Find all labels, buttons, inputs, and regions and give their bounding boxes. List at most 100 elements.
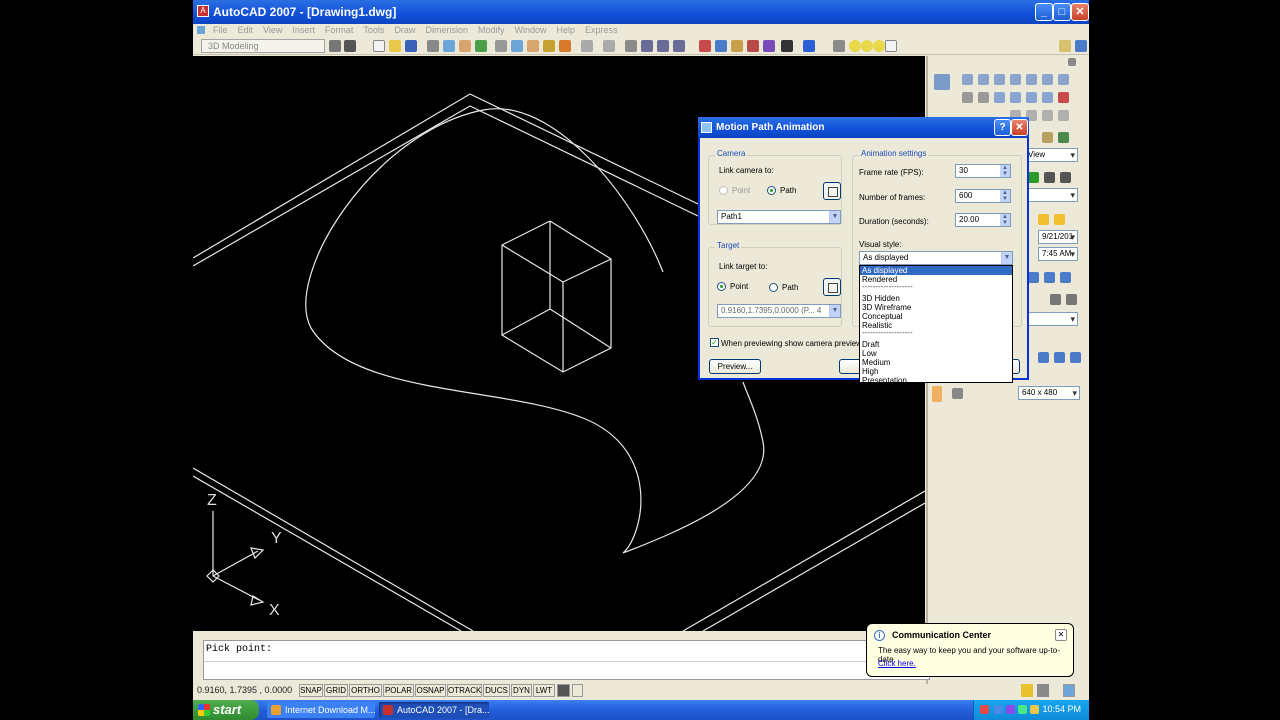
- pyramid-icon[interactable]: [1026, 74, 1037, 85]
- union-icon[interactable]: [1058, 92, 1069, 103]
- box-icon[interactable]: [962, 74, 973, 85]
- option-conceptual[interactable]: Conceptual: [860, 312, 1012, 321]
- layer-previous-icon[interactable]: [1075, 40, 1087, 52]
- option-low[interactable]: Low: [860, 349, 1012, 358]
- option-medium[interactable]: Medium: [860, 358, 1012, 367]
- layer-color-icon[interactable]: [885, 40, 897, 52]
- menu-draw[interactable]: Draw: [389, 24, 420, 37]
- tray-volume-icon[interactable]: [1018, 705, 1027, 714]
- balloon-close-button[interactable]: ✕: [1055, 629, 1067, 641]
- block-editor-icon[interactable]: [559, 40, 571, 52]
- publish-icon[interactable]: [459, 40, 471, 52]
- tray-network-icon[interactable]: [994, 705, 1003, 714]
- start-button[interactable]: start: [193, 700, 259, 720]
- revolve-icon[interactable]: [1010, 92, 1021, 103]
- menu-window[interactable]: Window: [510, 24, 552, 37]
- target-point-select[interactable]: 0.9160,1.7395,0.0000 (P... 4 ▼: [717, 304, 841, 318]
- zoom-window-icon[interactable]: [657, 40, 669, 52]
- materials-icon[interactable]: [1028, 272, 1039, 283]
- model-layout-icon[interactable]: [557, 684, 570, 697]
- otrack-toggle[interactable]: OTRACK: [447, 684, 482, 697]
- layer-unlock-icon[interactable]: [873, 40, 885, 52]
- snap-toggle[interactable]: SNAP: [299, 684, 323, 697]
- polar-toggle[interactable]: POLAR: [383, 684, 414, 697]
- status-menu-icon[interactable]: [572, 684, 583, 697]
- toolbar-lock-icon[interactable]: [1037, 684, 1049, 697]
- render-window-icon[interactable]: [1070, 352, 1081, 363]
- title-bar[interactable]: A AutoCAD 2007 - [Drawing1.dwg] _ □ ✕: [193, 0, 1089, 24]
- open-icon[interactable]: [389, 40, 401, 52]
- duration-input[interactable]: 20.00 ▲ ▼: [955, 213, 1011, 227]
- camera-pick-button[interactable]: [823, 182, 841, 200]
- dialog-title-bar[interactable]: Motion Path Animation ? ✕: [698, 117, 1029, 138]
- render-icon[interactable]: [1038, 352, 1049, 363]
- design-center-icon[interactable]: [715, 40, 727, 52]
- walk-icon[interactable]: [1044, 172, 1055, 183]
- menu-edit[interactable]: Edit: [233, 24, 259, 37]
- material-map-icon[interactable]: [1044, 272, 1055, 283]
- cut-icon[interactable]: [495, 40, 507, 52]
- menu-format[interactable]: Format: [320, 24, 359, 37]
- system-clock[interactable]: 10:54 PM: [1042, 704, 1081, 714]
- communication-center-icon[interactable]: [1021, 684, 1033, 697]
- dialog-help-button[interactable]: ?: [994, 119, 1011, 136]
- fly-icon[interactable]: [1060, 172, 1071, 183]
- grid-toggle[interactable]: GRID: [324, 684, 348, 697]
- extrude-icon[interactable]: [994, 92, 1005, 103]
- style-select[interactable]: [1024, 188, 1078, 202]
- option-presentation[interactable]: Presentation: [860, 376, 1012, 385]
- menu-express[interactable]: Express: [580, 24, 623, 37]
- redo-icon[interactable]: [603, 40, 615, 52]
- view-select[interactable]: View: [1024, 148, 1078, 162]
- ortho-toggle[interactable]: ORTHO: [349, 684, 382, 697]
- camera-icon[interactable]: [1028, 172, 1039, 183]
- help-icon[interactable]: [803, 40, 815, 52]
- layer-thaw-icon[interactable]: [861, 40, 873, 52]
- menu-view[interactable]: View: [258, 24, 287, 37]
- sheet-set-icon[interactable]: [747, 40, 759, 52]
- render-output-icon[interactable]: [952, 388, 963, 399]
- option-high[interactable]: High: [860, 367, 1012, 376]
- palette-close-icon[interactable]: [1068, 58, 1076, 66]
- osnap-toggle[interactable]: OSNAP: [415, 684, 446, 697]
- copy-icon[interactable]: [511, 40, 523, 52]
- document-icon[interactable]: [197, 26, 205, 34]
- new-icon[interactable]: [373, 40, 385, 52]
- menu-dimension[interactable]: Dimension: [420, 24, 473, 37]
- sphere-icon[interactable]: [1010, 74, 1021, 85]
- target-point-radio[interactable]: [717, 282, 726, 291]
- menu-help[interactable]: Help: [552, 24, 581, 37]
- balloon-link[interactable]: Click here.: [878, 659, 916, 668]
- pan-icon[interactable]: [625, 40, 637, 52]
- minimize-button[interactable]: _: [1035, 3, 1053, 21]
- 3d-make-panel-icon[interactable]: [934, 74, 950, 90]
- option-3d-wireframe[interactable]: 3D Wireframe: [860, 303, 1012, 312]
- taskbar-task-idm[interactable]: Internet Download M...: [267, 702, 375, 718]
- save-icon[interactable]: [405, 40, 417, 52]
- menu-modify[interactable]: Modify: [473, 24, 510, 37]
- target-pick-button[interactable]: [823, 278, 841, 296]
- layer-on-icon[interactable]: [849, 40, 861, 52]
- tray-help-icon[interactable]: [980, 705, 989, 714]
- visual-style-select[interactable]: As displayed ▼: [859, 251, 1013, 265]
- frames-input[interactable]: 600 ▲ ▼: [955, 189, 1011, 203]
- paste-icon[interactable]: [527, 40, 539, 52]
- option-3d-hidden[interactable]: 3D Hidden: [860, 294, 1012, 303]
- close-button[interactable]: ✕: [1071, 3, 1089, 21]
- loft-icon[interactable]: [1042, 92, 1053, 103]
- render-env-icon[interactable]: [1066, 294, 1077, 305]
- camera-point-radio[interactable]: [719, 186, 728, 195]
- cylinder-icon[interactable]: [978, 74, 989, 85]
- clean-screen-icon[interactable]: [1063, 684, 1075, 697]
- tray-security-icon[interactable]: [1030, 705, 1039, 714]
- option-draft[interactable]: Draft: [860, 340, 1012, 349]
- date-field[interactable]: 9/21/201: [1038, 230, 1078, 244]
- dyn-toggle[interactable]: DYN: [511, 684, 532, 697]
- match-properties-icon[interactable]: [543, 40, 555, 52]
- dialog-close-button[interactable]: ✕: [1011, 119, 1028, 136]
- tray-app-icon[interactable]: [1006, 705, 1015, 714]
- rotate-gizmo-icon[interactable]: [978, 92, 989, 103]
- visual-style-icon[interactable]: [1042, 132, 1053, 143]
- calculator-icon[interactable]: [781, 40, 793, 52]
- properties-icon[interactable]: [699, 40, 711, 52]
